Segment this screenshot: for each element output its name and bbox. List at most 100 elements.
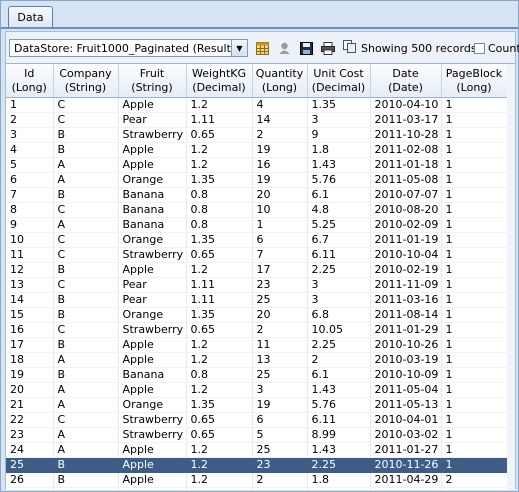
table-cell: 0.65 [186,412,253,428]
table-cell: 1 [441,367,507,383]
table-cell: Apple [118,382,187,398]
table-cell: 1 [441,352,507,368]
count-checkbox[interactable]: Count [474,40,519,56]
table-row[interactable]: 25 B Apple 1.2 23 2.25 2010-11-26 1 [6,457,507,473]
table-cell: 1.2 [186,472,253,488]
table-cell: 1.35 [186,397,253,413]
table-cell: B [53,307,119,323]
table-cell: 1.2 [186,262,253,278]
table-row[interactable]: 5 A Apple 1.2 16 1.43 2011-01-18 1 [6,157,507,173]
table-cell: 1.2 [186,142,253,158]
table-cell: 2 [441,472,507,488]
table-cell: 2 [252,472,308,488]
table-cell: A [53,172,119,188]
table-cell: B [53,457,119,473]
records-count-label: Showing 500 records [361,41,477,55]
count-checkbox-box[interactable] [474,42,485,54]
table-cell: 0.65 [186,127,253,143]
table-cell: 1 [441,292,507,308]
table-cell: C [53,247,119,263]
printer-icon[interactable] [321,41,335,55]
table-cell: 1.35 [186,487,253,490]
table-row[interactable]: 22 C Strawberry 0.65 6 6.11 2010-04-01 1 [6,412,507,428]
table-icon[interactable] [255,41,269,55]
table-row[interactable]: 13 C Pear 1.11 23 3 2011-11-09 1 [6,277,507,293]
table-cell: 25 [252,367,308,383]
table-cell: 8.99 [307,427,371,443]
column-header-type: (String) [64,80,107,94]
vertical-scrollbar[interactable] [507,64,515,490]
table-cell: B [53,262,119,278]
table-cell: 23 [6,427,54,443]
table-cell: 2 [441,487,507,490]
table-row[interactable]: 15 B Orange 1.35 20 6.8 2011-08-14 1 [6,307,507,323]
chevron-down-icon[interactable]: ▼ [231,40,247,56]
table-row[interactable]: 2 C Pear 1.11 14 3 2011-03-17 1 [6,112,507,128]
table-cell: 0.65 [186,322,253,338]
table-cell: 1.11 [186,112,253,128]
table-cell: 10 [6,232,54,248]
copy-icon[interactable] [343,40,357,56]
table-cell: 2010-04-01 [370,412,442,428]
table-cell: A [53,217,119,233]
table-row[interactable]: 26 B Apple 1.2 2 1.8 2011-04-29 2 [6,472,507,488]
table-cell: 16 [6,322,54,338]
column-header[interactable]: WeightKG (Decimal) [186,64,253,98]
table-cell: 3 [6,127,54,143]
table-cell: 1 [441,457,507,473]
table-cell: C [53,202,119,218]
column-header[interactable]: Id (Long) [6,64,54,98]
table-row[interactable]: 21 A Orange 1.35 19 5.76 2011-05-13 1 [6,397,507,413]
column-header[interactable]: Unit Cost (Decimal) [307,64,371,98]
column-header[interactable]: Quantity (Long) [252,64,308,98]
floppy-disk-icon[interactable] [299,41,313,55]
table-cell: 2.25 [307,262,371,278]
table-row[interactable]: 16 C Strawberry 0.65 2 10.05 2011-01-29 1 [6,322,507,338]
table-body: 1 C Apple 1.2 4 1.35 2010-04-10 1 2 C Pear 1.11 14 3 2… [6,97,507,490]
table-cell: 1.2 [186,97,253,113]
table-row[interactable]: 7 B Banana 0.8 20 6.1 2010-07-07 1 [6,187,507,203]
table-row[interactable]: 23 A Strawberry 0.65 5 8.99 2010-03-02 1 [6,427,507,443]
table-row[interactable]: 6 A Orange 1.35 19 5.76 2011-05-08 1 [6,172,507,188]
table-cell: 1 [441,427,507,443]
column-header[interactable]: Date (Date) [370,64,442,98]
table-row[interactable]: 12 B Apple 1.2 17 2.25 2010-02-19 1 [6,262,507,278]
table-cell: 1 [441,262,507,278]
table-cell: 5.76 [307,487,371,490]
table-cell: 2010-10-09 [370,367,442,383]
table-cell: 0.8 [186,367,253,383]
funnel-icon[interactable] [277,41,291,55]
table-row[interactable]: 17 B Apple 1.2 11 2.25 2010-10-26 1 [6,337,507,353]
column-header[interactable]: PageBlock (Long) [441,64,508,98]
table-row[interactable]: 10 C Orange 1.35 6 6.7 2011-01-19 1 [6,232,507,248]
tab-data[interactable]: Data [8,6,53,27]
table-row[interactable]: 27AOrange1.35155.762011-08-312 [6,487,507,490]
table-row[interactable]: 24 A Apple 1.2 25 1.43 2011-01-27 1 [6,442,507,458]
table-row[interactable]: 3 B Strawberry 0.65 2 9 2011-10-28 1 [6,127,507,143]
table-cell: 0.8 [186,202,253,218]
table-cell: 19 [252,142,308,158]
table-cell: 8 [6,202,54,218]
table-cell: B [53,187,119,203]
column-header-type: (Long) [261,80,298,94]
table-cell: Apple [118,472,187,488]
data-grid[interactable]: Id (Long) Company (String) Fruit (String) Weig… [6,63,515,490]
table-row[interactable]: 19 B Banana 0.8 25 6.1 2010-10-09 1 [6,367,507,383]
column-header[interactable]: Fruit (String) [118,64,187,98]
table-cell: 1.35 [186,232,253,248]
table-row[interactable]: 18 A Apple 1.2 13 2 2010-03-19 1 [6,352,507,368]
column-header[interactable]: Company (String) [53,64,119,98]
table-row[interactable]: 11 C Strawberry 0.65 7 6.11 2010-10-04 1 [6,247,507,263]
table-cell: 2011-05-13 [370,397,442,413]
table-row[interactable]: 20 A Apple 1.2 3 1.43 2011-05-04 1 [6,382,507,398]
table-row[interactable]: 4 B Apple 1.2 19 1.8 2011-02-08 1 [6,142,507,158]
table-row[interactable]: 9 A Banana 0.8 1 5.25 2010-02-09 1 [6,217,507,233]
table-cell: B [53,142,119,158]
table-cell: 5.76 [307,172,371,188]
table-row[interactable]: 1 C Apple 1.2 4 1.35 2010-04-10 1 [6,97,507,113]
table-row[interactable]: 8 C Banana 0.8 10 4.8 2010-08-20 1 [6,202,507,218]
table-row[interactable]: 14 B Pear 1.11 25 3 2011-03-16 1 [6,292,507,308]
datastore-select[interactable]: DataStore: Fruit1000_Paginated (Result) … [9,39,248,57]
column-header-name: Date [392,66,419,80]
table-cell: 16 [252,157,308,173]
